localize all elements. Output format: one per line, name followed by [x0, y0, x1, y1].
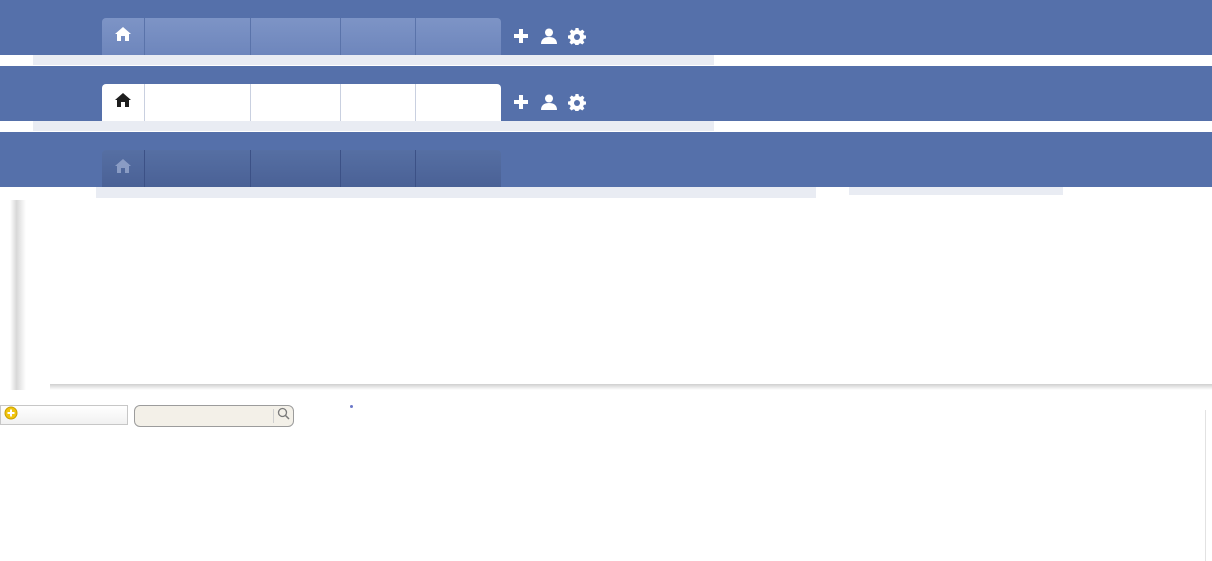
tab-1[interactable]: [145, 18, 251, 55]
navbar-3-tabs: [102, 150, 501, 187]
navbar-2-underlay: [33, 121, 714, 131]
divider-line: [1205, 410, 1206, 561]
profile-button[interactable]: [538, 27, 560, 49]
navbar-2-tabs: [102, 84, 501, 121]
gear-icon: [568, 27, 586, 50]
tab-2[interactable]: [251, 150, 341, 187]
panel-shadow-bottom: [50, 384, 1212, 390]
home-icon: [114, 26, 132, 47]
plus-icon: [513, 28, 529, 49]
gear-icon: [568, 93, 586, 116]
tab-home[interactable]: [102, 150, 145, 187]
add-button[interactable]: [510, 93, 532, 115]
tab-4[interactable]: [416, 84, 501, 121]
navbar-1-tabs: [102, 18, 501, 55]
add-item-field[interactable]: [0, 405, 128, 425]
navbar-3-underlay: [96, 187, 816, 198]
user-icon: [540, 93, 558, 116]
home-icon: [114, 92, 132, 113]
search-box[interactable]: [134, 405, 294, 427]
side-fade: [849, 187, 1063, 195]
navbar-1-actions: [510, 27, 588, 49]
tab-home[interactable]: [102, 84, 145, 121]
tab-3[interactable]: [341, 84, 416, 121]
settings-button[interactable]: [566, 27, 588, 49]
tab-4[interactable]: [416, 150, 501, 187]
navbar-2-actions: [510, 93, 588, 115]
search-button[interactable]: [274, 406, 293, 426]
magnifier-icon: [277, 407, 290, 425]
tab-home[interactable]: [102, 18, 145, 55]
panel-shadow-left: [10, 200, 26, 390]
tab-2[interactable]: [251, 84, 341, 121]
plus-circle-icon: [4, 406, 18, 425]
profile-button[interactable]: [538, 93, 560, 115]
tab-3[interactable]: [341, 150, 416, 187]
search-input[interactable]: [141, 407, 273, 425]
home-icon: [114, 158, 132, 179]
add-button[interactable]: [510, 27, 532, 49]
tab-1[interactable]: [145, 150, 251, 187]
indicator-dot: [350, 405, 353, 408]
tab-2[interactable]: [251, 18, 341, 55]
tab-1[interactable]: [145, 84, 251, 121]
plus-icon: [513, 94, 529, 115]
tab-3[interactable]: [341, 18, 416, 55]
tab-4[interactable]: [416, 18, 501, 55]
navbar-1-underlay: [33, 55, 714, 65]
user-icon: [540, 27, 558, 50]
settings-button[interactable]: [566, 93, 588, 115]
